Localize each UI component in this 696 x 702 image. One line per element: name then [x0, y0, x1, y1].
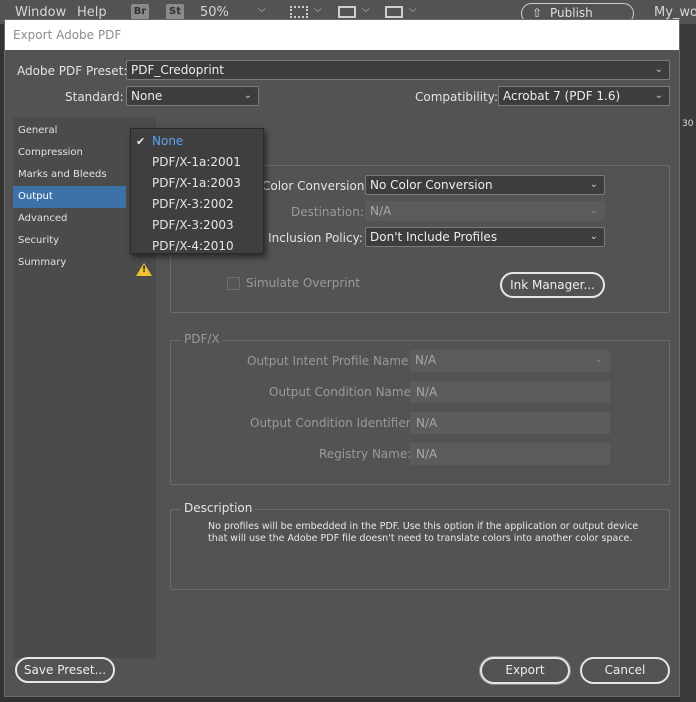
compat-label: Compatibility: [415, 90, 499, 104]
arrange-chevron-down-icon[interactable]: ⌵ [409, 4, 417, 15]
menu-help[interactable]: Help [77, 5, 107, 20]
checkmark-icon: ✔ [136, 135, 146, 148]
cancel-button[interactable]: Cancel [580, 657, 670, 684]
pdfx-title: PDF/X [181, 332, 223, 346]
preset-value: PDF_Credoprint [131, 63, 224, 77]
chevron-down-icon: ⌄ [243, 90, 252, 101]
menu-item-label: None [152, 134, 184, 148]
profile-policy-value: Don't Include Profiles [370, 230, 498, 244]
destination-label: Destination: [291, 205, 364, 219]
view-options-icon[interactable] [290, 6, 308, 18]
standard-select[interactable]: None ⌄ [126, 86, 259, 106]
export-pdf-dialog: Export Adobe PDF Adobe PDF Preset: PDF_C… [4, 19, 680, 697]
condition-id-label: Output Condition Identifier: [250, 416, 415, 430]
export-button[interactable]: Export [480, 657, 570, 684]
destination-value: N/A [370, 204, 392, 218]
standard-label: Standard: [65, 90, 124, 104]
dialog-titlebar: Export Adobe PDF [5, 20, 679, 50]
simulate-overprint-label: Simulate Overprint [246, 276, 360, 290]
sidebar-item-general[interactable]: General [13, 120, 126, 142]
warning-icon: ! [136, 263, 152, 276]
chevron-down-icon: ⌄ [654, 90, 663, 101]
screen-mode-icon[interactable] [338, 6, 356, 18]
screen-chevron-down-icon[interactable]: ⌵ [362, 4, 370, 15]
sidebar-item-security[interactable]: Security [13, 230, 126, 252]
profile-policy-select[interactable]: Don't Include Profiles ⌄ [365, 227, 605, 247]
zoom-level[interactable]: 50% [200, 5, 229, 20]
chevron-down-icon: ⌄ [589, 205, 598, 216]
chevron-down-icon: ⌄ [594, 354, 603, 365]
sidebar-item-marks-and-bleeds[interactable]: Marks and Bleeds [13, 164, 126, 186]
ink-manager-button[interactable]: Ink Manager... [500, 272, 605, 298]
color-conversion-label: Color Conversion: [262, 179, 369, 193]
intent-profile-select[interactable]: N/A ⌄ [410, 350, 610, 372]
color-conversion-select[interactable]: No Color Conversion ⌄ [365, 175, 605, 195]
condition-name-label: Output Condition Name: [269, 385, 416, 399]
condition-name-field[interactable]: N/A [410, 381, 610, 403]
document-name: My_wor [654, 5, 696, 20]
menu-item-pdfx-1a-2001[interactable]: PDF/X-1a:2001 [131, 152, 263, 173]
stock-icon[interactable]: St [166, 4, 184, 20]
intent-profile-label: Output Intent Profile Name: [247, 354, 413, 368]
preset-label: Adobe PDF Preset: [17, 64, 128, 78]
compat-value: Acrobat 7 (PDF 1.6) [503, 89, 621, 103]
menu-window[interactable]: Window [15, 5, 66, 20]
menu-item-pdfx-4-2010[interactable]: PDF/X-4:2010 [131, 236, 263, 257]
sidebar-item-summary[interactable]: Summary [13, 252, 126, 274]
menu-item-none[interactable]: ✔ None [131, 131, 263, 152]
registry-name-field[interactable]: N/A [410, 443, 610, 465]
simulate-overprint-checkbox[interactable] [227, 277, 240, 290]
arrange-documents-icon[interactable] [385, 6, 403, 18]
preset-select[interactable]: PDF_Credoprint ⌄ [126, 60, 670, 80]
description-text: No profiles will be embedded in the PDF.… [208, 521, 639, 544]
standard-dropdown-menu: ✔ None PDF/X-1a:2001 PDF/X-1a:2003 PDF/X… [130, 128, 264, 254]
chevron-down-icon: ⌄ [589, 231, 598, 242]
zoom-chevron-down-icon[interactable]: ⌵ [258, 4, 266, 15]
standard-value: None [131, 89, 163, 103]
view-chevron-down-icon[interactable]: ⌵ [314, 4, 322, 15]
ruler-number: 30 [682, 119, 694, 129]
destination-select[interactable]: N/A ⌄ [365, 201, 605, 221]
description-title: Description [181, 501, 256, 515]
compat-select[interactable]: Acrobat 7 (PDF 1.6) ⌄ [498, 86, 670, 106]
sidebar-item-output[interactable]: Output [13, 186, 126, 208]
menu-item-pdfx-3-2002[interactable]: PDF/X-3:2002 [131, 194, 263, 215]
intent-profile-value: N/A [415, 353, 437, 367]
chevron-down-icon: ⌄ [589, 179, 598, 190]
save-preset-button[interactable]: Save Preset... [15, 657, 115, 683]
condition-id-field[interactable]: N/A [410, 412, 610, 434]
color-conversion-value: No Color Conversion [370, 178, 493, 192]
sidebar-item-advanced[interactable]: Advanced [13, 208, 126, 230]
bridge-icon[interactable]: Br [131, 4, 149, 20]
menu-item-pdfx-1a-2003[interactable]: PDF/X-1a:2003 [131, 173, 263, 194]
right-panel-edge: 30 [680, 24, 696, 702]
registry-name-label: Registry Name: [319, 447, 412, 461]
dialog-title: Export Adobe PDF [13, 28, 122, 42]
sidebar-item-compression[interactable]: Compression [13, 142, 126, 164]
chevron-down-icon: ⌄ [654, 64, 663, 75]
menu-item-pdfx-3-2003[interactable]: PDF/X-3:2003 [131, 215, 263, 236]
